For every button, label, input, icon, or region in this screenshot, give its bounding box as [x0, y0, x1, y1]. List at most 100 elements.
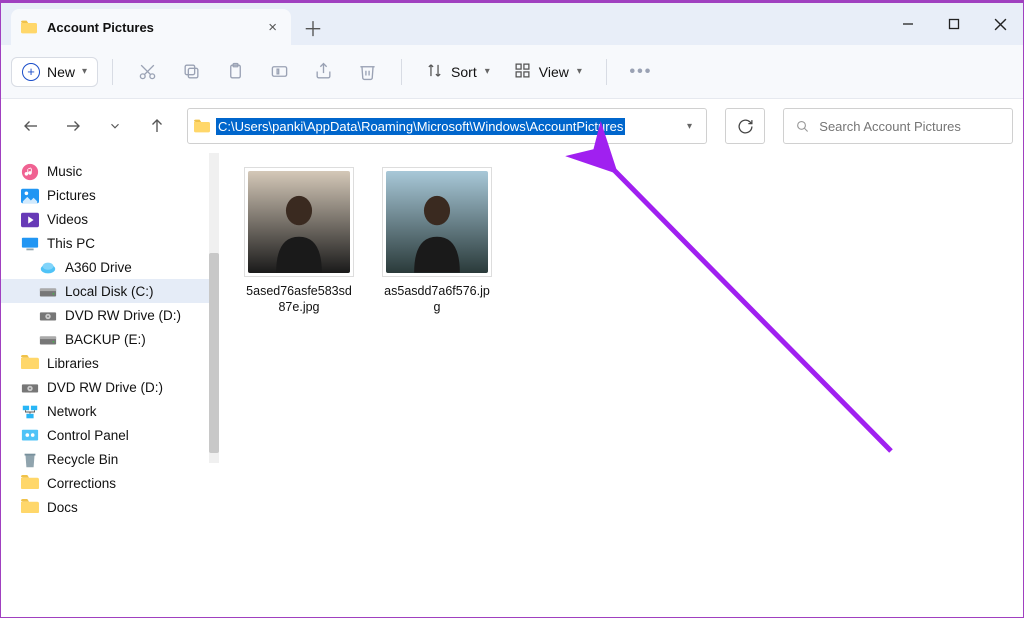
sidebar-item-label: Pictures	[47, 188, 96, 203]
new-tab-button[interactable]: ＋	[295, 9, 331, 45]
recent-button[interactable]	[103, 119, 127, 133]
close-window-button[interactable]	[977, 3, 1023, 45]
folder-icon	[194, 119, 210, 133]
sidebar-item[interactable]: Libraries	[1, 351, 219, 375]
rename-button[interactable]	[259, 54, 299, 90]
network-icon	[21, 403, 39, 419]
new-button[interactable]: + New ▾	[11, 57, 98, 87]
chevron-down-icon[interactable]: ▾	[687, 121, 700, 132]
sidebar-item[interactable]: Docs	[1, 495, 219, 519]
minimize-button[interactable]	[885, 3, 931, 45]
sidebar-item-label: Docs	[47, 500, 78, 515]
up-button[interactable]	[145, 117, 169, 135]
tab-active[interactable]: Account Pictures ×	[11, 9, 291, 45]
sidebar-item[interactable]: Network	[1, 399, 219, 423]
sidebar-item-label: Network	[47, 404, 97, 419]
window-controls	[885, 3, 1023, 45]
view-button[interactable]: View ▾	[504, 62, 592, 82]
sort-label: Sort	[451, 64, 477, 80]
sidebar-item[interactable]: BACKUP (E:)	[1, 327, 219, 351]
address-bar[interactable]: C:\Users\panki\AppData\Roaming\Microsoft…	[187, 108, 707, 144]
sidebar-item-label: Videos	[47, 212, 88, 227]
tab-title: Account Pictures	[47, 20, 154, 35]
content-pane[interactable]: 5ased76asfe583sd87e.jpg as5asdd7a6f576.jp…	[219, 153, 1023, 617]
pictures-icon	[21, 187, 39, 203]
file-name: 5ased76asfe583sd87e.jpg	[239, 283, 359, 316]
scrollbar-thumb[interactable]	[209, 253, 219, 453]
file-item[interactable]: 5ased76asfe583sd87e.jpg	[239, 167, 359, 316]
file-thumbnail	[382, 167, 492, 277]
sidebar-item-label: Music	[47, 164, 82, 179]
sidebar-item-label: DVD RW Drive (D:)	[47, 380, 163, 395]
paste-button[interactable]	[215, 54, 255, 90]
address-path: C:\Users\panki\AppData\Roaming\Microsoft…	[216, 118, 625, 135]
sort-icon	[426, 62, 443, 82]
sidebar-item-label: Libraries	[47, 356, 99, 371]
folder-icon	[21, 20, 37, 34]
more-button[interactable]: •••	[621, 54, 661, 90]
sidebar-item[interactable]: Music	[1, 159, 219, 183]
sidebar: Music Pictures Videos This PC A360 Drive Loca…	[1, 153, 219, 617]
nav-bar: C:\Users\panki\AppData\Roaming\Microsoft…	[1, 99, 1023, 153]
close-tab-icon[interactable]: ×	[268, 19, 277, 36]
sidebar-item[interactable]: Local Disk (C:)	[1, 279, 219, 303]
sidebar-item[interactable]: Videos	[1, 207, 219, 231]
dvd-icon	[21, 379, 39, 395]
sidebar-item[interactable]: DVD RW Drive (D:)	[1, 375, 219, 399]
sidebar-item-label: Corrections	[47, 476, 116, 491]
view-label: View	[539, 64, 569, 80]
sidebar-item-label: DVD RW Drive (D:)	[65, 308, 181, 323]
sidebar-item[interactable]: Recycle Bin	[1, 447, 219, 471]
folder-icon	[21, 475, 39, 491]
search-input[interactable]	[819, 119, 1000, 134]
sidebar-item-label: BACKUP (E:)	[65, 332, 146, 347]
sidebar-item-label: Recycle Bin	[47, 452, 118, 467]
sort-button[interactable]: Sort ▾	[416, 62, 500, 82]
cloud-drive-icon	[39, 259, 57, 275]
new-label: New	[47, 64, 75, 80]
recycle-bin-icon	[21, 451, 39, 467]
music-icon	[21, 163, 39, 179]
file-name: as5asdd7a6f576.jpg	[377, 283, 497, 316]
sidebar-item[interactable]: Corrections	[1, 471, 219, 495]
sidebar-item-label: Local Disk (C:)	[65, 284, 154, 299]
control-panel-icon	[21, 427, 39, 443]
refresh-button[interactable]	[725, 108, 765, 144]
sidebar-item[interactable]: Control Panel	[1, 423, 219, 447]
body: Music Pictures Videos This PC A360 Drive Loca…	[1, 153, 1023, 617]
sidebar-item-label: This PC	[47, 236, 95, 251]
sidebar-item[interactable]: DVD RW Drive (D:)	[1, 303, 219, 327]
cut-button[interactable]	[127, 54, 167, 90]
chevron-down-icon: ▾	[82, 66, 87, 77]
sidebar-item[interactable]: This PC	[1, 231, 219, 255]
search-box[interactable]	[783, 108, 1013, 144]
chevron-down-icon: ▾	[485, 66, 490, 77]
dvd-icon	[39, 307, 57, 323]
plus-icon: +	[22, 63, 40, 81]
folder-icon	[21, 355, 39, 371]
view-icon	[514, 62, 531, 82]
file-thumbnail	[244, 167, 354, 277]
separator	[606, 59, 607, 85]
delete-button[interactable]	[347, 54, 387, 90]
sidebar-item[interactable]: A360 Drive	[1, 255, 219, 279]
sidebar-item-label: A360 Drive	[65, 260, 132, 275]
chevron-down-icon: ▾	[577, 66, 582, 77]
toolbar: + New ▾ Sort ▾ View ▾ •••	[1, 45, 1023, 99]
separator	[112, 59, 113, 85]
share-button[interactable]	[303, 54, 343, 90]
copy-button[interactable]	[171, 54, 211, 90]
back-button[interactable]	[19, 117, 43, 135]
disk-icon	[39, 331, 57, 347]
disk-icon	[39, 283, 57, 299]
sidebar-item-label: Control Panel	[47, 428, 129, 443]
title-bar: Account Pictures × ＋	[1, 1, 1023, 45]
file-item[interactable]: as5asdd7a6f576.jpg	[377, 167, 497, 316]
sidebar-item[interactable]: Pictures	[1, 183, 219, 207]
videos-icon	[21, 211, 39, 227]
search-icon	[796, 119, 809, 134]
maximize-button[interactable]	[931, 3, 977, 45]
pc-icon	[21, 235, 39, 251]
separator	[401, 59, 402, 85]
forward-button[interactable]	[61, 117, 85, 135]
